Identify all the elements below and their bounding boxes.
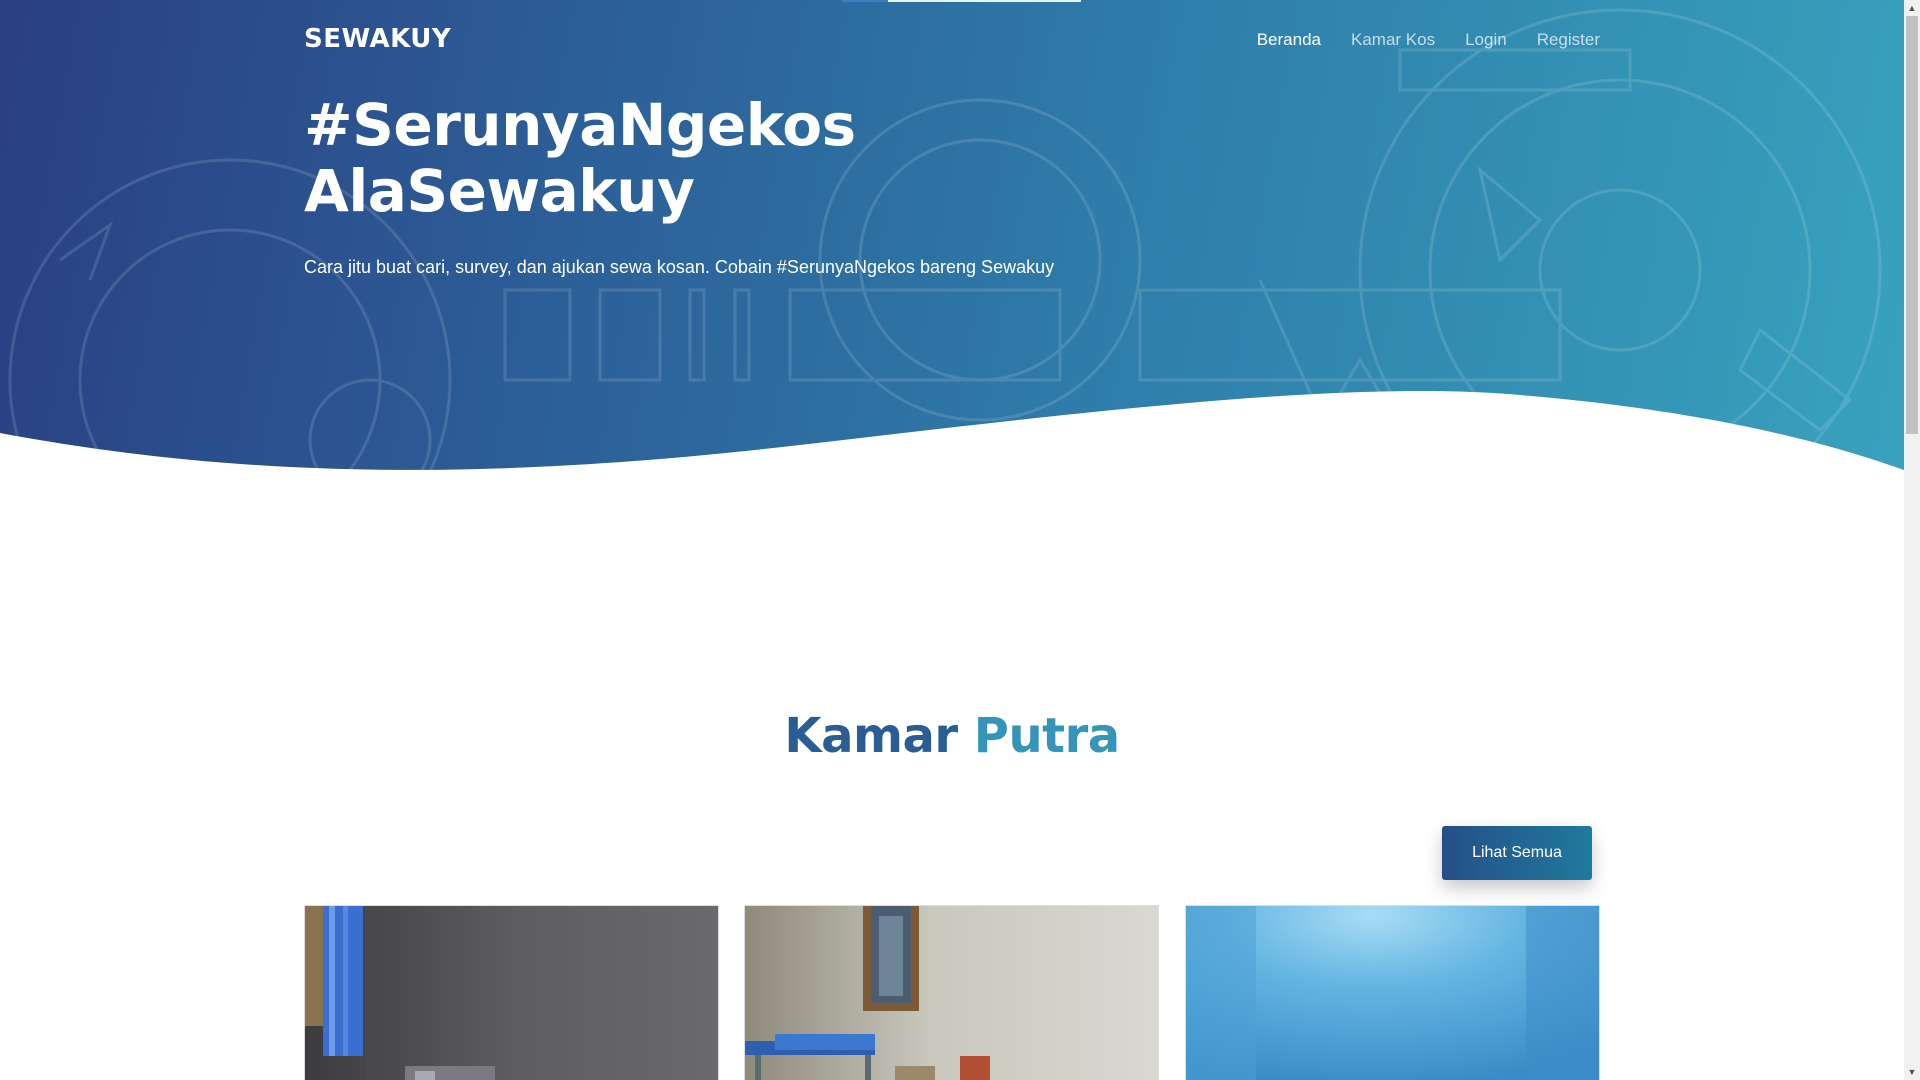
top-accent-line bbox=[842, 0, 888, 2]
page-scrollbar[interactable]: ▲ ▼ bbox=[1904, 0, 1920, 1080]
nav-link-beranda[interactable]: Beranda bbox=[1257, 30, 1321, 50]
navbar: SEWAKUY Beranda Kamar Kos Login Register bbox=[304, 22, 1600, 62]
room-photo bbox=[745, 906, 1158, 1080]
section-title-word-1: Kamar bbox=[784, 708, 958, 764]
room-card[interactable] bbox=[1185, 905, 1600, 1080]
page: SEWAKUY Beranda Kamar Kos Login Register… bbox=[0, 0, 1904, 1080]
nav-link-kamar-kos[interactable]: Kamar Kos bbox=[1351, 30, 1435, 50]
nav-link-register[interactable]: Register bbox=[1537, 30, 1600, 50]
section-title-word-2: Putra bbox=[973, 708, 1120, 764]
room-photo bbox=[305, 906, 718, 1080]
room-card[interactable] bbox=[304, 905, 719, 1080]
hero-title: #SerunyaNgekos AlaSewakuy bbox=[304, 92, 1204, 224]
section-title: Kamar Putra bbox=[0, 708, 1904, 764]
scroll-up-icon[interactable]: ▲ bbox=[1904, 0, 1920, 16]
room-card[interactable] bbox=[744, 905, 1159, 1080]
hero-title-line-1: #SerunyaNgekos bbox=[304, 91, 856, 159]
room-card-list bbox=[304, 905, 1600, 1080]
nav-menu: Beranda Kamar Kos Login Register bbox=[1257, 30, 1600, 50]
room-photo bbox=[1186, 906, 1599, 1080]
hero-wave-shape bbox=[0, 391, 1904, 480]
view-all-button[interactable]: Lihat Semua bbox=[1442, 826, 1592, 880]
hero-title-line-2: AlaSewakuy bbox=[304, 157, 695, 225]
brand-logo[interactable]: SEWAKUY bbox=[304, 24, 451, 54]
top-loading-line bbox=[888, 0, 1081, 2]
hero-section: SEWAKUY Beranda Kamar Kos Login Register… bbox=[0, 0, 1904, 480]
nav-link-login[interactable]: Login bbox=[1465, 30, 1507, 50]
hero-subtitle: Cara jitu buat cari, survey, dan ajukan … bbox=[304, 257, 1055, 277]
scroll-thumb[interactable] bbox=[1906, 16, 1918, 434]
scroll-down-icon[interactable]: ▼ bbox=[1904, 1064, 1920, 1080]
